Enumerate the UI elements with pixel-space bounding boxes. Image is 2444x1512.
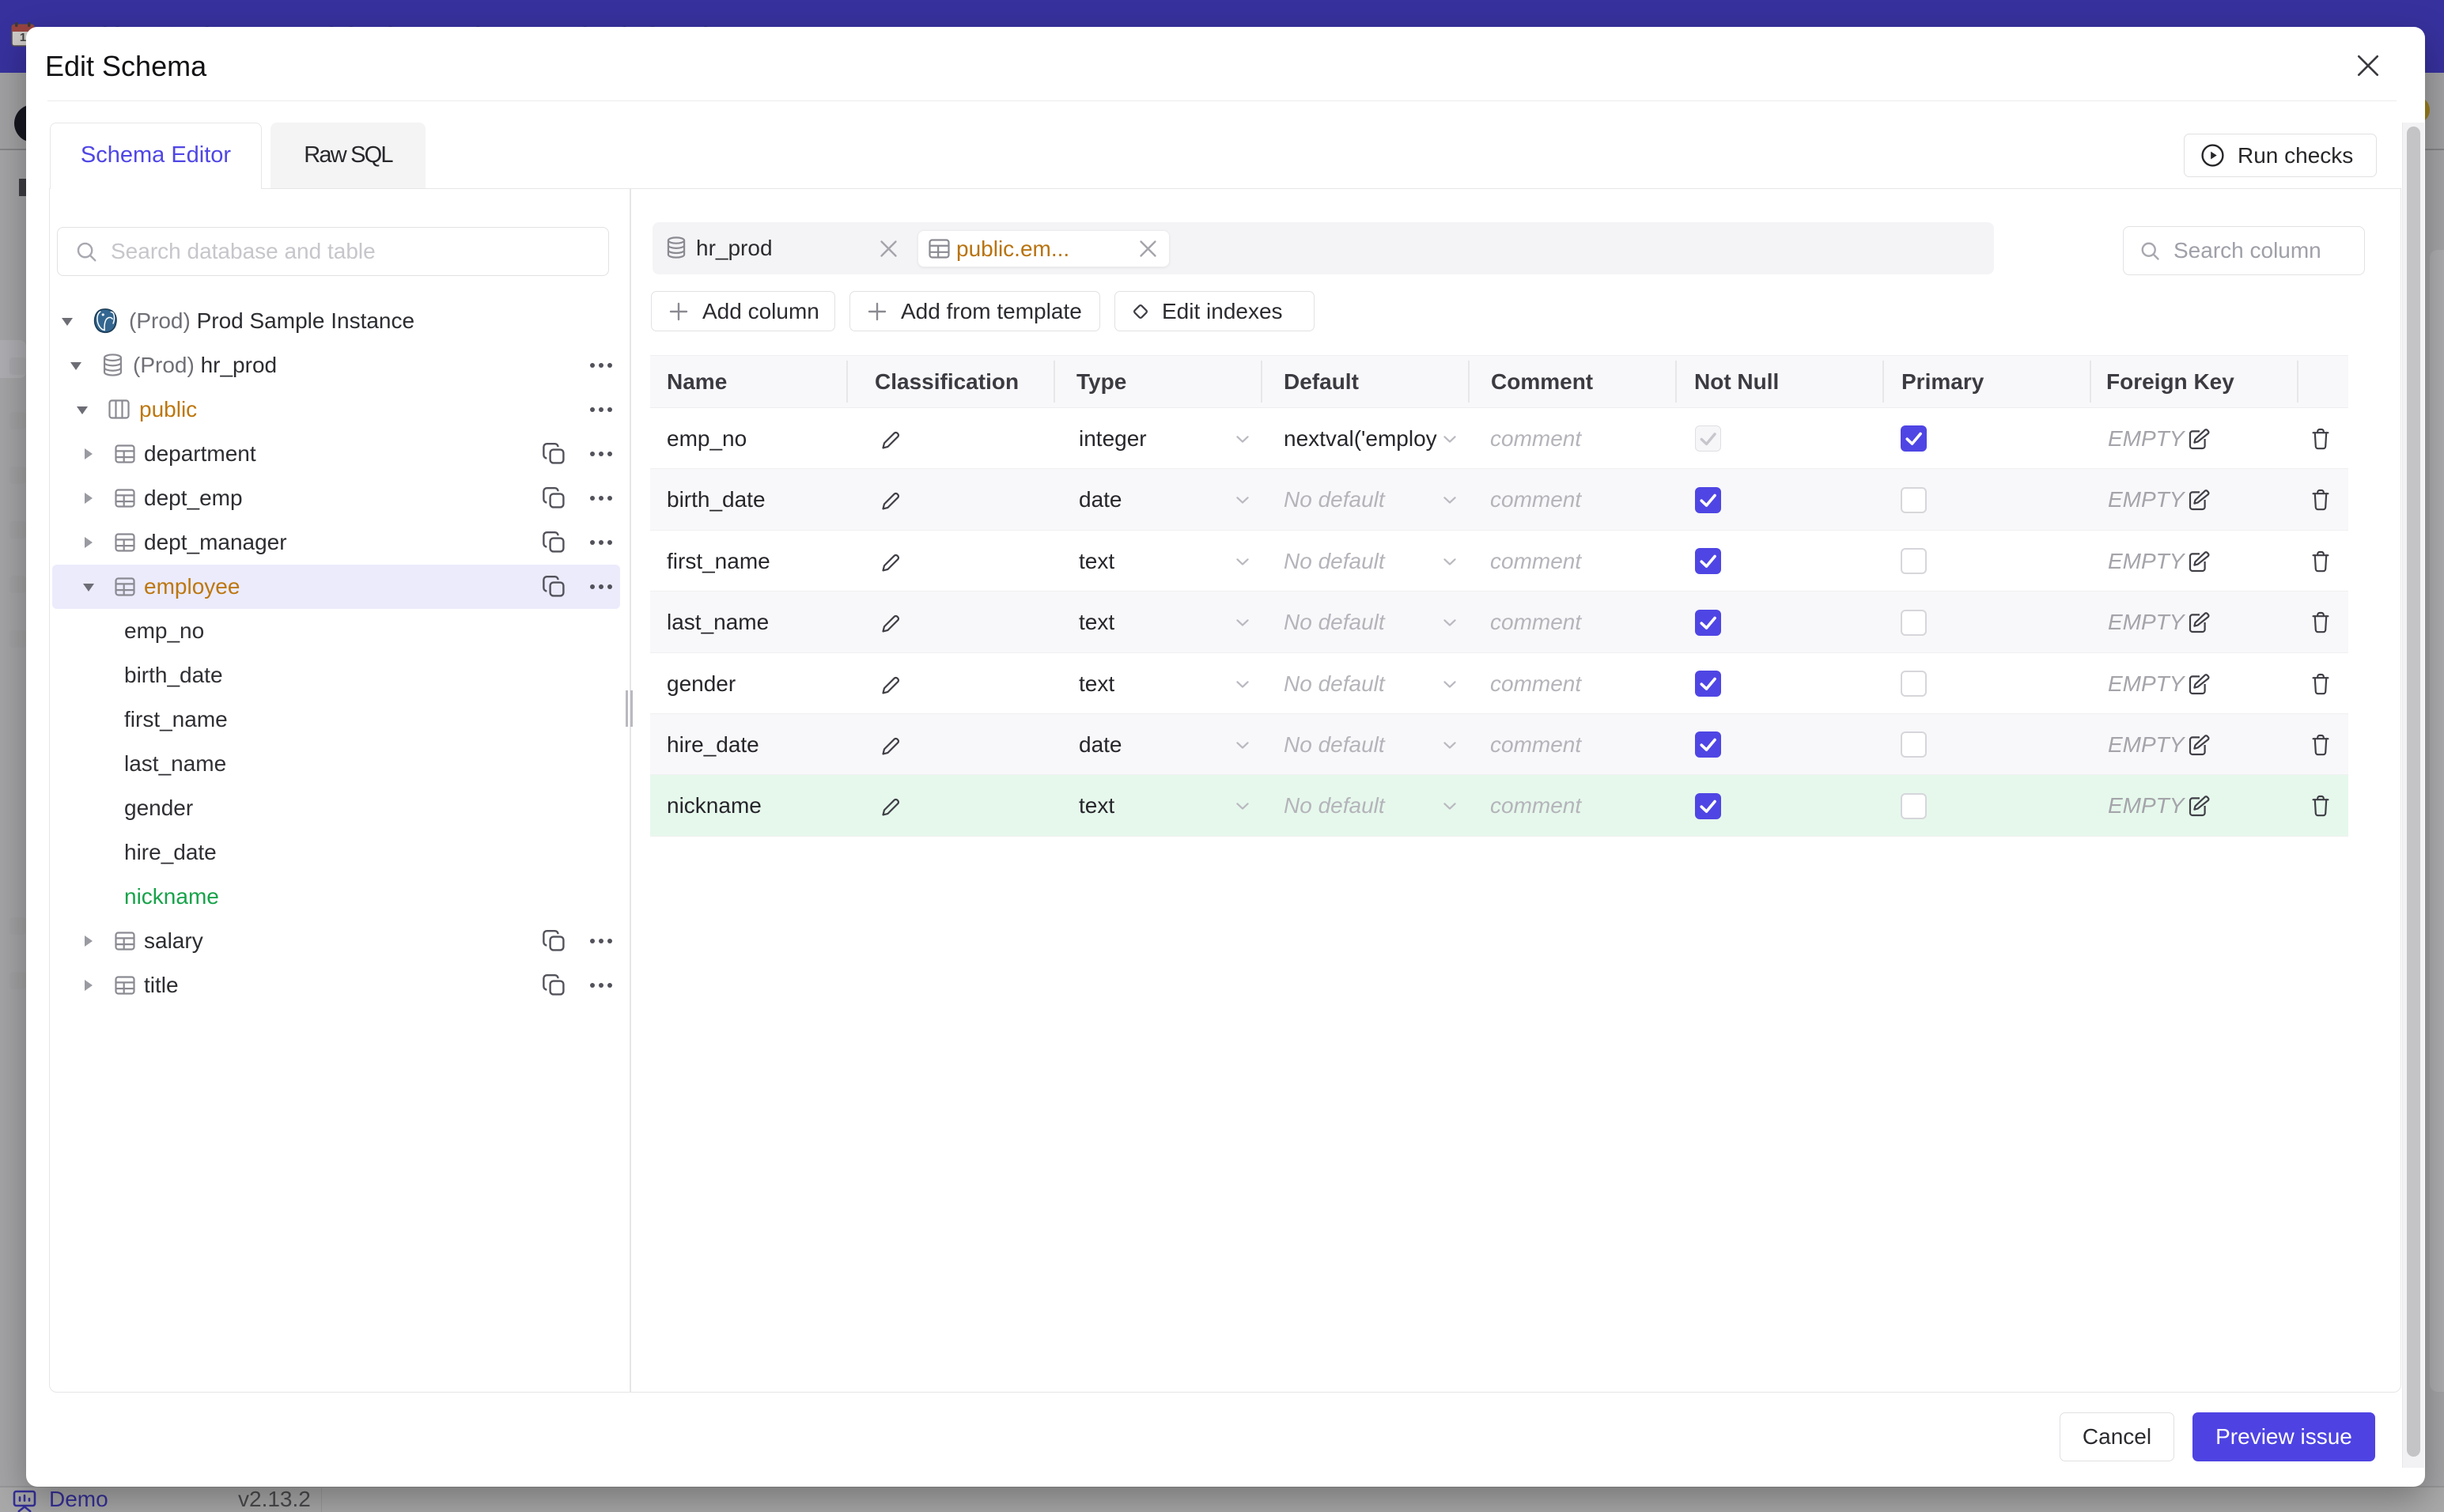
svg-text:1: 1	[20, 31, 26, 44]
